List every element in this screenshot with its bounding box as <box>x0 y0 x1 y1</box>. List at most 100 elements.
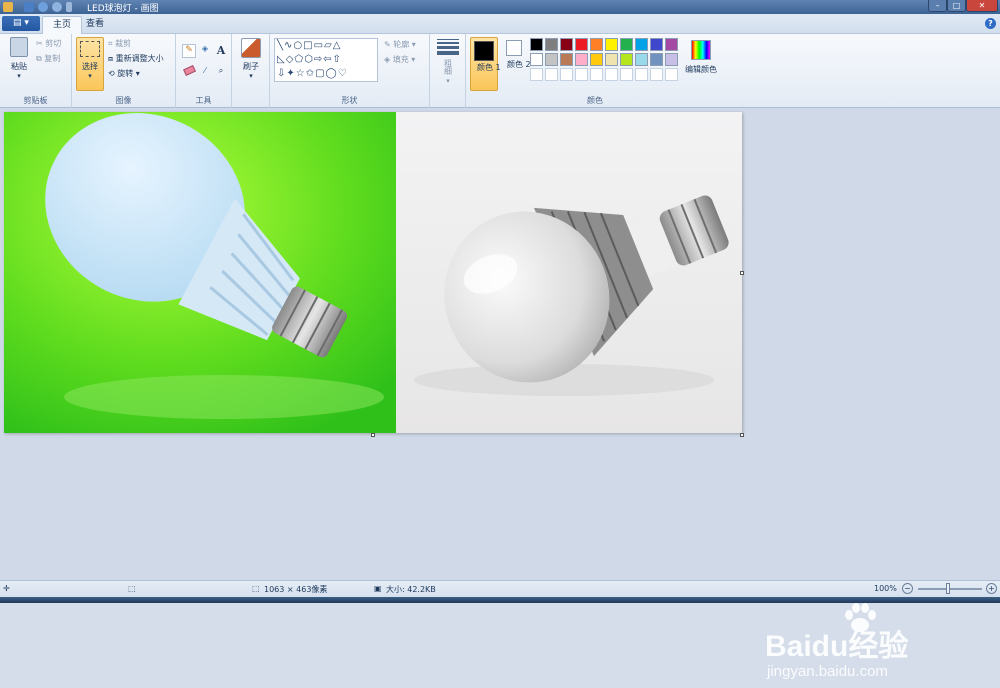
colors-group-label: 颜色 <box>587 96 603 105</box>
resize-handle-corner[interactable] <box>740 433 744 437</box>
palette-color-swatch[interactable] <box>605 53 618 66</box>
color-1-button[interactable]: 颜色 1 <box>470 37 501 91</box>
quick-access-dropdown-icon[interactable] <box>66 2 72 12</box>
palette-color-swatch[interactable] <box>635 53 648 66</box>
shapes-row-3: ⇩✦☆✩▢◯♡ <box>277 68 348 79</box>
watermark-url: jingyan.baidu.com <box>767 663 888 680</box>
shapes-row-2: ◺◇⬠⬡⇨⇦⇧ <box>277 54 342 65</box>
close-button[interactable]: ✕ <box>966 0 998 12</box>
size-button[interactable]: 粗细 ▾ <box>436 39 460 85</box>
palette-color-swatch[interactable] <box>605 38 618 51</box>
brushes-group: 刷子 ▾ <box>232 34 270 108</box>
eraser-icon <box>182 65 196 76</box>
save-icon[interactable] <box>24 2 34 12</box>
palette-color-swatch[interactable] <box>560 38 573 51</box>
drawing-canvas[interactable] <box>4 112 742 433</box>
resize-handle-bottom[interactable] <box>371 433 375 437</box>
fill-button[interactable]: ◈ 填充 ▾ <box>384 54 415 65</box>
custom-color-slot[interactable] <box>575 68 588 81</box>
palette-color-swatch[interactable] <box>545 53 558 66</box>
crop-label: 裁剪 <box>115 39 132 48</box>
minimize-button[interactable]: – <box>928 0 947 12</box>
palette-color-swatch[interactable] <box>665 38 678 51</box>
edit-colors-label: 编辑颜色 <box>685 65 717 74</box>
custom-color-slot[interactable] <box>545 68 558 81</box>
palette-color-swatch[interactable] <box>650 53 663 66</box>
palette-color-swatch[interactable] <box>545 38 558 51</box>
rotate-icon: ⟲ <box>108 69 115 78</box>
palette-color-swatch[interactable] <box>530 38 543 51</box>
redo-icon[interactable] <box>52 2 62 12</box>
custom-color-slot[interactable] <box>635 68 648 81</box>
outline-button[interactable]: ✎ 轮廓 ▾ <box>384 39 416 50</box>
zoom-level: 100% <box>874 584 897 593</box>
cut-button[interactable]: ✂ 剪切 <box>36 38 61 49</box>
color-2-button[interactable]: 颜色 2 <box>502 40 531 70</box>
paste-button[interactable]: 粘贴 ▾ <box>6 37 32 89</box>
image-group: 选择 ▾ ⌗ 裁剪 ⧈ 重新调整大小 ⟲ 旋转 ▾ 图像 <box>72 34 176 108</box>
zoom-out-button[interactable]: − <box>902 583 913 594</box>
color-1-swatch <box>474 41 494 61</box>
line-thickness-icon <box>437 39 459 55</box>
resize-label: 重新调整大小 <box>115 54 164 63</box>
palette-color-swatch[interactable] <box>665 53 678 66</box>
custom-color-slot[interactable] <box>650 68 663 81</box>
brushes-dropdown-icon: ▾ <box>249 72 253 80</box>
edit-colors-button[interactable]: 编辑颜色 <box>682 40 720 75</box>
custom-color-slot[interactable] <box>530 68 543 81</box>
palette-color-swatch[interactable] <box>575 38 588 51</box>
magnifier-tool[interactable]: ⌕ <box>214 66 228 80</box>
palette-color-swatch[interactable] <box>620 53 633 66</box>
fill-tool[interactable]: ◈ <box>198 44 212 58</box>
palette-color-swatch[interactable] <box>560 53 573 66</box>
copy-icon: ⧉ <box>36 53 42 63</box>
palette-color-swatch[interactable] <box>590 38 603 51</box>
paint-menu-button[interactable]: ▤ ▾ <box>2 16 40 31</box>
cursor-position-icon: ✛ <box>3 584 10 593</box>
zoom-slider-thumb[interactable] <box>946 583 950 594</box>
pencil-tool[interactable]: ✎ <box>182 44 196 58</box>
color-picker-tool[interactable]: ⁄ <box>198 66 212 80</box>
canvas-area[interactable]: Baidu经验 jingyan.baidu.com <box>0 108 1000 680</box>
crop-icon: ⌗ <box>108 38 113 48</box>
eraser-tool[interactable] <box>182 65 196 80</box>
resize-icon: ⧈ <box>108 53 114 63</box>
clipboard-group-label: 剪贴板 <box>23 96 48 105</box>
paint-app-icon[interactable] <box>3 2 13 12</box>
help-icon[interactable]: ? <box>985 18 996 29</box>
resize-handle-right[interactable] <box>740 271 744 275</box>
copy-button[interactable]: ⧉ 复制 <box>36 53 60 64</box>
custom-color-slot[interactable] <box>665 68 678 81</box>
file-size: 大小: 42.2KB <box>386 585 436 594</box>
clipboard-icon <box>10 37 28 57</box>
resize-button[interactable]: ⧈ 重新调整大小 <box>108 53 164 64</box>
custom-color-slot[interactable] <box>590 68 603 81</box>
shapes-gallery[interactable]: ╲∿○□▭▱△ ◺◇⬠⬡⇨⇦⇧ ⇩✦☆✩▢◯♡ <box>274 38 378 82</box>
colors-group: 颜色 1 颜色 2 编辑颜色 颜色 <box>466 34 724 108</box>
text-tool[interactable]: A <box>214 44 228 58</box>
palette-color-swatch[interactable] <box>650 38 663 51</box>
rotate-button[interactable]: ⟲ 旋转 ▾ <box>108 68 140 79</box>
palette-color-swatch[interactable] <box>530 53 543 66</box>
zoom-in-button[interactable]: + <box>986 583 997 594</box>
brushes-label: 刷子 <box>243 62 259 71</box>
maximize-button[interactable]: □ <box>947 0 966 12</box>
custom-color-slot[interactable] <box>620 68 633 81</box>
tab-view[interactable]: 查看 <box>76 16 114 34</box>
crop-button[interactable]: ⌗ 裁剪 <box>108 38 131 49</box>
palette-color-swatch[interactable] <box>575 53 588 66</box>
custom-color-slot[interactable] <box>560 68 573 81</box>
brushes-button[interactable]: 刷子 ▾ <box>237 38 265 80</box>
zoom-slider[interactable] <box>918 588 982 590</box>
palette-color-swatch[interactable] <box>590 53 603 66</box>
taskbar <box>0 597 1000 603</box>
palette-color-swatch[interactable] <box>635 38 648 51</box>
palette-color-swatch[interactable] <box>620 38 633 51</box>
pencil-icon: ✎ <box>185 45 193 55</box>
undo-icon[interactable] <box>38 2 48 12</box>
color-2-label: 颜色 2 <box>507 60 531 69</box>
select-button[interactable]: 选择 ▾ <box>76 37 104 91</box>
custom-color-slot[interactable] <box>605 68 618 81</box>
color-wheel-icon <box>691 40 711 60</box>
title-bar: LED球泡灯 - 画图 – □ ✕ <box>0 0 1000 14</box>
